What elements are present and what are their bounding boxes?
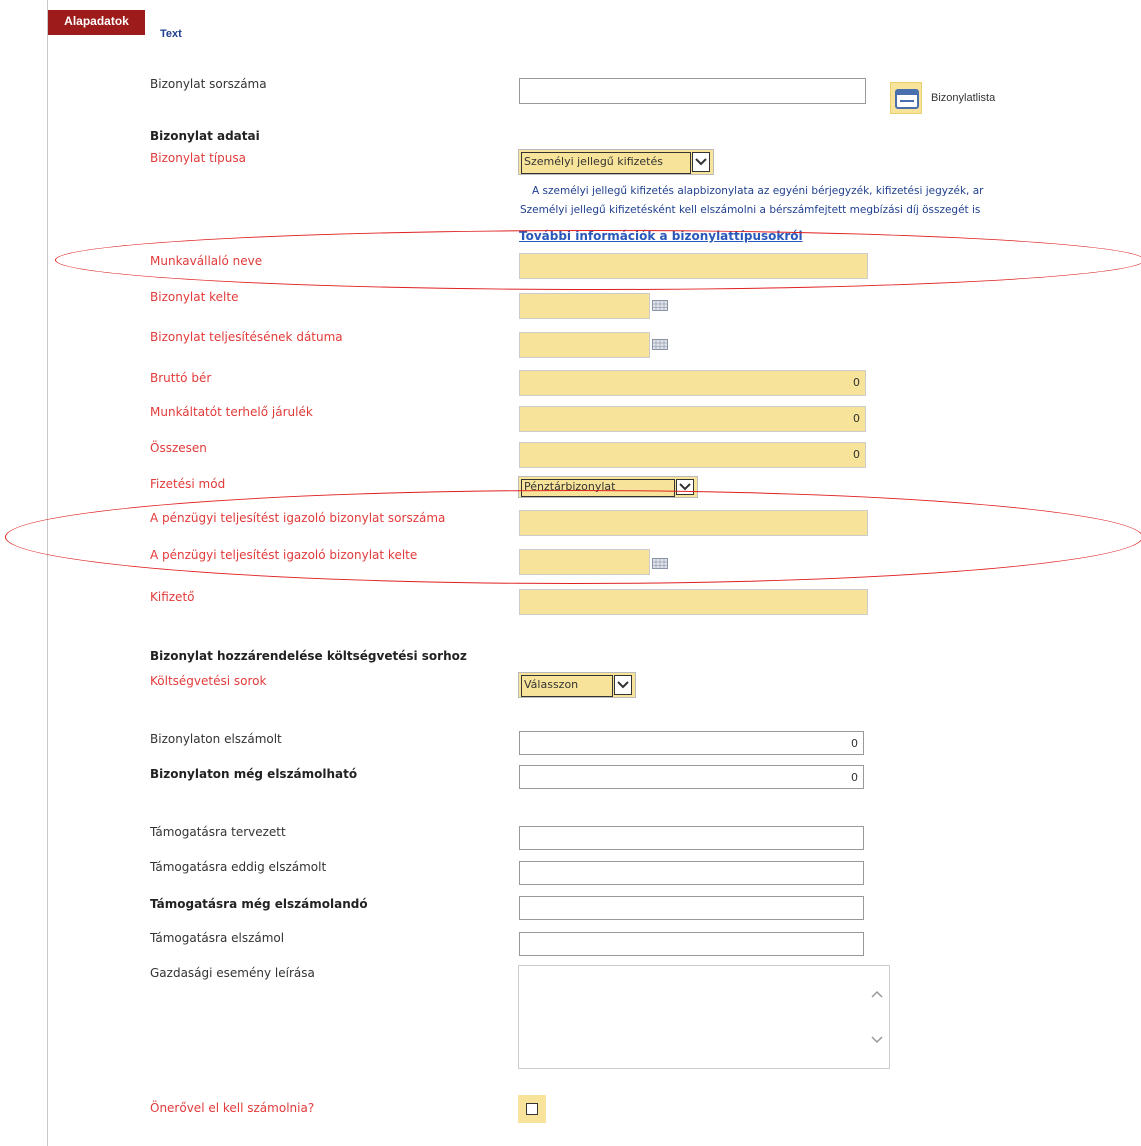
planned-support-input[interactable] (519, 826, 864, 850)
tab-text[interactable]: Text (160, 28, 182, 40)
document-list-label[interactable]: Bizonylatlista (931, 92, 995, 104)
event-description-textarea[interactable] (518, 965, 890, 1069)
own-contribution-checkbox[interactable] (526, 1103, 538, 1115)
payment-method-label: Fizetési mód (150, 477, 226, 491)
section-budget-title: Bizonylat hozzárendelése költségvetési s… (150, 649, 467, 663)
section-doc-title: Bizonylat adatai (150, 129, 260, 143)
support-settles-input[interactable] (519, 932, 864, 956)
total-input[interactable]: 0 (519, 442, 866, 468)
doc-type-value: Személyi jellegű kifizetés (521, 152, 691, 174)
fulfil-date-label: Bizonylat teljesítésének dátuma (150, 330, 343, 344)
doc-date-input[interactable] (519, 293, 650, 319)
tab-alapadatok[interactable]: Alapadatok (48, 10, 145, 35)
doc-type-info-line1: A személyi jellegű kifizetés alapbizonyl… (532, 185, 984, 197)
own-contribution-checkbox-wrap[interactable] (518, 1095, 546, 1123)
chevron-down-icon[interactable] (692, 152, 710, 172)
total-label: Összesen (150, 441, 207, 455)
remaining-support-input[interactable] (519, 896, 864, 920)
chevron-down-icon[interactable] (614, 675, 632, 695)
still-settleable-input[interactable]: 0 (519, 765, 864, 789)
own-contribution-label: Önerővel el kell számolnia? (150, 1101, 315, 1115)
doc-type-label: Bizonylat típusa (150, 151, 246, 165)
budget-lines-value: Válasszon (521, 675, 613, 697)
calendar-icon[interactable] (652, 300, 668, 311)
payer-label: Kifizető (150, 590, 195, 604)
support-settles-label: Támogatásra elszámol (150, 931, 285, 945)
payer-input[interactable] (519, 589, 868, 615)
doc-date-label: Bizonylat kelte (150, 290, 239, 304)
doc-type-info-line2: Személyi jellegű kifizetésként kell elsz… (520, 204, 981, 216)
event-description-label: Gazdasági esemény leírása (150, 966, 315, 980)
fulfil-date-input[interactable] (519, 332, 650, 358)
gross-wage-input[interactable]: 0 (519, 370, 866, 396)
gross-wage-label: Bruttó bér (150, 371, 212, 385)
employer-contrib-input[interactable]: 0 (519, 406, 866, 432)
still-settleable-label: Bizonylaton még elszámolható (150, 767, 358, 781)
doc-number-label: Bizonylat sorszáma (150, 77, 267, 91)
annotation-oval-financial (5, 490, 1141, 584)
settled-support-input[interactable] (519, 861, 864, 885)
planned-support-label: Támogatásra tervezett (150, 825, 286, 839)
settled-on-doc-input[interactable]: 0 (519, 731, 864, 755)
document-list-button[interactable] (890, 82, 922, 114)
left-border-line (47, 0, 48, 1146)
annotation-oval-employee (55, 230, 1141, 290)
list-window-icon (895, 89, 919, 109)
employer-contrib-label: Munkáltatót terhelő járulék (150, 405, 313, 419)
doc-type-select[interactable]: Személyi jellegű kifizetés (518, 149, 714, 175)
remaining-support-label: Támogatásra még elszámolandó (150, 897, 368, 911)
doc-number-input[interactable] (519, 78, 866, 104)
budget-lines-select[interactable]: Válasszon (518, 672, 636, 698)
settled-on-doc-label: Bizonylaton elszámolt (150, 732, 282, 746)
settled-support-label: Támogatásra eddig elszámolt (150, 860, 327, 874)
budget-lines-label: Költségvetési sorok (150, 674, 267, 688)
scroll-down-icon[interactable] (871, 1034, 883, 1046)
calendar-icon[interactable] (652, 339, 668, 350)
scroll-up-icon[interactable] (871, 988, 883, 1000)
